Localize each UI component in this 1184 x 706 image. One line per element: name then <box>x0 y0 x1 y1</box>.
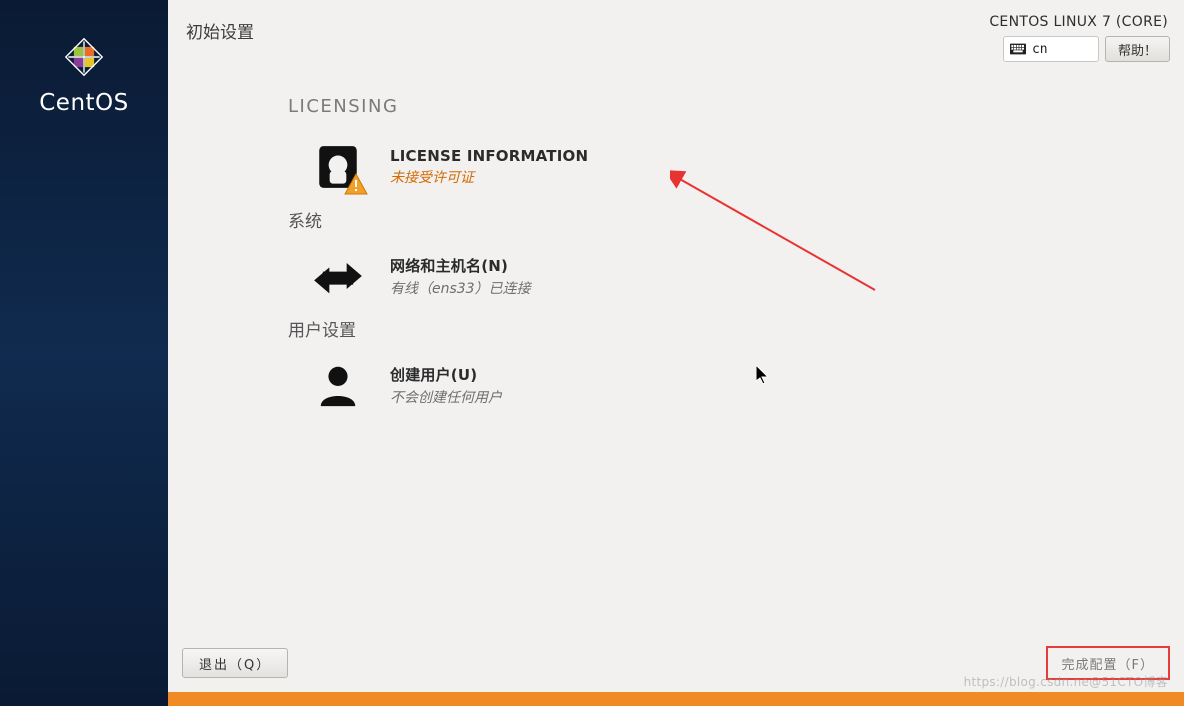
finish-config-button[interactable]: 完成配置（F） <box>1046 646 1170 680</box>
create-user-status: 不会创建任何用户 <box>390 387 502 407</box>
content-area: LICENSING LICENSE INFORMATION <box>168 70 1184 640</box>
keyboard-icon <box>1010 43 1026 55</box>
page-title: 初始设置 <box>186 18 254 43</box>
section-system-heading: 系统 <box>288 207 1184 232</box>
network-icon <box>312 250 364 302</box>
sidebar: CentOS <box>0 0 168 706</box>
license-information-item[interactable]: LICENSE INFORMATION 未接受许可证 <box>312 141 588 193</box>
license-status: 未接受许可证 <box>390 167 588 187</box>
create-user-item[interactable]: 创建用户(U) 不会创建任何用户 <box>312 359 502 411</box>
bottom-bar: 退出（Q） 完成配置（F） <box>168 640 1184 692</box>
keyboard-layout-label: cn <box>1032 42 1048 57</box>
brand-label: CentOS <box>39 90 129 116</box>
license-title: LICENSE INFORMATION <box>390 147 588 165</box>
create-user-title: 创建用户(U) <box>390 364 502 385</box>
license-icon <box>312 141 364 193</box>
section-licensing-heading: LICENSING <box>288 96 1184 117</box>
network-status: 有线（ens33）已连接 <box>390 278 531 298</box>
network-title: 网络和主机名(N) <box>390 255 531 276</box>
quit-button[interactable]: 退出（Q） <box>182 648 288 678</box>
warning-badge-icon <box>344 173 368 195</box>
main-panel: 初始设置 CENTOS LINUX 7 (CORE) <box>168 0 1184 706</box>
distro-label: CENTOS LINUX 7 (CORE) <box>989 14 1170 30</box>
topbar: 初始设置 CENTOS LINUX 7 (CORE) <box>168 0 1184 70</box>
footer-warning-bar <box>168 692 1184 706</box>
centos-logo-icon <box>61 34 107 80</box>
keyboard-layout-selector[interactable]: cn <box>1003 36 1099 62</box>
section-users-heading: 用户设置 <box>288 316 1184 341</box>
network-hostname-item[interactable]: 网络和主机名(N) 有线（ens33）已连接 <box>312 250 531 302</box>
help-button[interactable]: 帮助！ <box>1105 36 1170 62</box>
user-icon <box>312 359 364 411</box>
